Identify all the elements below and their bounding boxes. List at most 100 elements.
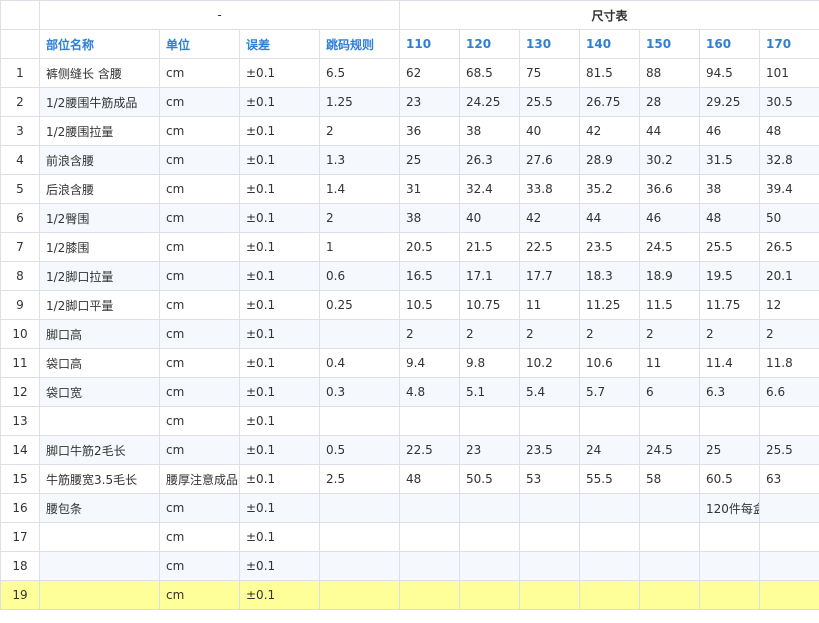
table-cell[interactable] bbox=[459, 551, 521, 581]
table-cell[interactable] bbox=[759, 406, 819, 436]
table-cell[interactable]: 48 bbox=[399, 464, 461, 494]
table-cell[interactable]: ±0.1 bbox=[239, 522, 320, 552]
table-cell[interactable]: 46 bbox=[699, 116, 761, 146]
table-cell[interactable]: 1 bbox=[318, 232, 401, 262]
table-cell[interactable]: ±0.1 bbox=[239, 464, 320, 494]
table-cell[interactable]: 39.4 bbox=[759, 174, 819, 204]
table-cell[interactable]: 2 bbox=[759, 319, 819, 349]
table-cell[interactable]: 腰厚注意成品 bbox=[159, 464, 240, 494]
table-cell[interactable]: 36.6 bbox=[639, 174, 701, 204]
table-cell[interactable]: 17.7 bbox=[519, 261, 581, 291]
table-cell[interactable]: cm bbox=[159, 116, 240, 146]
table-cell[interactable]: 5.1 bbox=[459, 377, 521, 407]
table-cell[interactable]: 0.6 bbox=[318, 261, 401, 291]
table-cell[interactable] bbox=[519, 406, 581, 436]
table-cell[interactable]: 1/2膝围 bbox=[39, 232, 160, 262]
table-cell[interactable]: 前浪含腰 bbox=[39, 145, 160, 175]
column-header-size-150[interactable]: 150 bbox=[639, 29, 701, 59]
table-cell[interactable]: 62 bbox=[399, 58, 461, 88]
column-header-size-170[interactable]: 170 bbox=[759, 29, 819, 59]
table-cell[interactable]: 33.8 bbox=[519, 174, 581, 204]
table-cell[interactable] bbox=[639, 580, 701, 610]
table-cell[interactable] bbox=[39, 551, 160, 581]
table-cell[interactable]: 23.5 bbox=[579, 232, 641, 262]
table-cell[interactable]: 1/2腰围拉量 bbox=[39, 116, 160, 146]
table-cell[interactable]: 11.4 bbox=[699, 348, 761, 378]
table-cell[interactable]: 38 bbox=[459, 116, 521, 146]
table-cell[interactable]: cm bbox=[159, 87, 240, 117]
table-cell[interactable]: 1/2臀围 bbox=[39, 203, 160, 233]
table-cell[interactable]: 38 bbox=[399, 203, 461, 233]
table-cell[interactable]: cm bbox=[159, 435, 240, 465]
table-cell[interactable]: ±0.1 bbox=[239, 261, 320, 291]
table-cell[interactable]: 18.3 bbox=[579, 261, 641, 291]
table-cell[interactable]: 2.5 bbox=[318, 464, 401, 494]
table-cell[interactable]: 4.8 bbox=[399, 377, 461, 407]
table-cell[interactable]: ±0.1 bbox=[239, 58, 320, 88]
group-header-left[interactable]: - bbox=[38, 0, 401, 30]
table-cell[interactable]: 0.4 bbox=[318, 348, 401, 378]
table-cell[interactable]: 23 bbox=[399, 87, 461, 117]
table-cell[interactable] bbox=[579, 493, 641, 523]
table-cell[interactable]: ±0.1 bbox=[239, 551, 320, 581]
column-header-part-name[interactable]: 部位名称 bbox=[39, 29, 160, 59]
table-cell[interactable]: 10.6 bbox=[579, 348, 641, 378]
table-cell[interactable]: 42 bbox=[579, 116, 641, 146]
table-cell[interactable]: 48 bbox=[699, 203, 761, 233]
table-cell[interactable]: 5.4 bbox=[519, 377, 581, 407]
table-cell[interactable]: ±0.1 bbox=[239, 87, 320, 117]
column-header-unit[interactable]: 单位 bbox=[159, 29, 240, 59]
table-cell[interactable]: 25 bbox=[399, 145, 461, 175]
table-cell[interactable]: cm bbox=[159, 261, 240, 291]
column-header-size-160[interactable]: 160 bbox=[699, 29, 761, 59]
table-cell[interactable]: 11.8 bbox=[759, 348, 819, 378]
table-cell[interactable]: 17.1 bbox=[459, 261, 521, 291]
table-cell[interactable]: 5.7 bbox=[579, 377, 641, 407]
column-header-size-130[interactable]: 130 bbox=[519, 29, 581, 59]
table-cell[interactable]: ±0.1 bbox=[239, 493, 320, 523]
table-cell[interactable]: 6.5 bbox=[318, 58, 401, 88]
table-cell[interactable]: cm bbox=[159, 58, 240, 88]
table-cell[interactable]: 11.75 bbox=[699, 290, 761, 320]
table-cell[interactable]: 60.5 bbox=[699, 464, 761, 494]
table-cell[interactable]: 23 bbox=[459, 435, 521, 465]
table-cell[interactable] bbox=[459, 493, 521, 523]
table-cell[interactable] bbox=[519, 551, 581, 581]
table-cell[interactable]: 44 bbox=[579, 203, 641, 233]
group-header-size-table[interactable]: 尺寸表 bbox=[399, 0, 819, 30]
table-cell[interactable] bbox=[318, 580, 401, 610]
table-cell[interactable]: 18.9 bbox=[639, 261, 701, 291]
table-cell[interactable]: 后浪含腰 bbox=[39, 174, 160, 204]
table-cell[interactable]: 9.4 bbox=[399, 348, 461, 378]
table-cell[interactable] bbox=[519, 493, 581, 523]
table-cell[interactable]: 27.6 bbox=[519, 145, 581, 175]
table-cell[interactable]: 30.5 bbox=[759, 87, 819, 117]
table-cell[interactable]: ±0.1 bbox=[239, 348, 320, 378]
table-cell[interactable]: 38 bbox=[699, 174, 761, 204]
table-cell[interactable]: 24.5 bbox=[639, 232, 701, 262]
table-cell[interactable]: 牛筋腰宽3.5毛长 bbox=[39, 464, 160, 494]
table-cell[interactable] bbox=[318, 406, 401, 436]
table-cell[interactable]: cm bbox=[159, 203, 240, 233]
table-cell[interactable]: 11 bbox=[519, 290, 581, 320]
table-cell[interactable]: 48 bbox=[759, 116, 819, 146]
table-cell[interactable]: 袋口宽 bbox=[39, 377, 160, 407]
table-cell[interactable]: cm bbox=[159, 551, 240, 581]
table-cell[interactable] bbox=[699, 522, 761, 552]
table-cell[interactable]: cm bbox=[159, 319, 240, 349]
table-cell[interactable]: 2 bbox=[459, 319, 521, 349]
table-cell[interactable]: 10.2 bbox=[519, 348, 581, 378]
table-cell[interactable]: 6 bbox=[639, 377, 701, 407]
table-cell[interactable]: 脚口高 bbox=[39, 319, 160, 349]
table-cell[interactable]: 21.5 bbox=[459, 232, 521, 262]
table-cell[interactable] bbox=[579, 522, 641, 552]
table-cell[interactable]: 1/2脚口拉量 bbox=[39, 261, 160, 291]
table-cell[interactable]: 22.5 bbox=[519, 232, 581, 262]
table-cell[interactable]: 1.25 bbox=[318, 87, 401, 117]
table-cell[interactable]: 35.2 bbox=[579, 174, 641, 204]
table-cell[interactable]: 32.4 bbox=[459, 174, 521, 204]
table-cell[interactable]: 脚口牛筋2毛长 bbox=[39, 435, 160, 465]
table-cell[interactable]: 25 bbox=[699, 435, 761, 465]
table-cell[interactable]: 101 bbox=[759, 58, 819, 88]
table-cell[interactable]: 1/2脚口平量 bbox=[39, 290, 160, 320]
